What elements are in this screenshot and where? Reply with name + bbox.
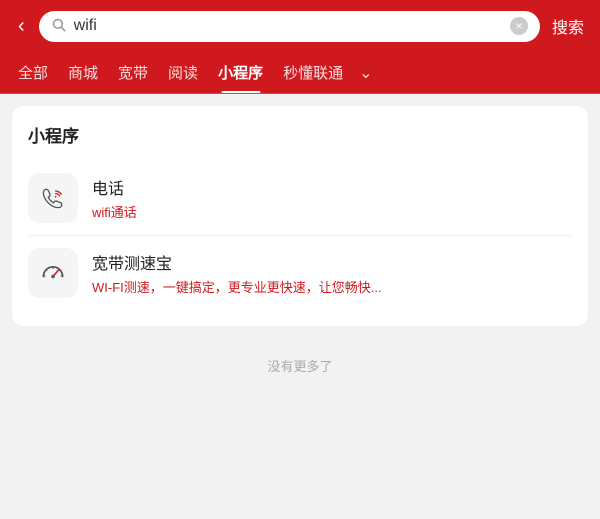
item-desc: wifi通话 [92,202,572,221]
back-button[interactable]: ‹ [12,11,31,42]
clear-button[interactable]: × [510,17,528,35]
search-button[interactable]: 搜索 [548,10,588,42]
tab-bar: 全部 商城 宽带 阅读 小程序 秒懂联通 ⌄ [0,52,600,94]
search-input[interactable] [74,17,502,35]
header: ‹ × 搜索 [0,0,600,52]
card-title: 小程序 [28,122,572,147]
content-area: 小程序 电话 wifi通话 [0,94,600,397]
tab-more-button[interactable]: ⌄ [353,53,378,93]
item-name: 电话 [92,175,572,199]
footer-no-more: 没有更多了 [12,338,588,385]
desc-prefix: wifi [92,205,111,220]
item-desc: WI-FI测速，一键搞定，更专业更快速，让您畅快... [92,277,572,296]
item-name: 宽带测速宝 [92,250,572,274]
phone-wifi-icon [28,173,78,223]
speedometer-icon [28,248,78,298]
miniapp-card: 小程序 电话 wifi通话 [12,106,588,326]
item-text: 宽带测速宝 WI-FI测速，一键搞定，更专业更快速，让您畅快... [92,250,572,296]
tab-broadband[interactable]: 宽带 [108,52,158,93]
tab-understand[interactable]: 秒懂联通 [273,52,353,93]
search-icon [51,17,66,36]
tab-reading[interactable]: 阅读 [158,52,208,93]
tab-all[interactable]: 全部 [8,52,58,93]
search-bar: × [39,11,540,42]
tab-miniapp[interactable]: 小程序 [208,52,273,93]
desc-suffix: 通话 [111,205,137,220]
item-text: 电话 wifi通话 [92,175,572,221]
list-item[interactable]: 电话 wifi通话 [28,161,572,236]
tab-mall[interactable]: 商城 [58,52,108,93]
list-item[interactable]: 宽带测速宝 WI-FI测速，一键搞定，更专业更快速，让您畅快... [28,236,572,310]
